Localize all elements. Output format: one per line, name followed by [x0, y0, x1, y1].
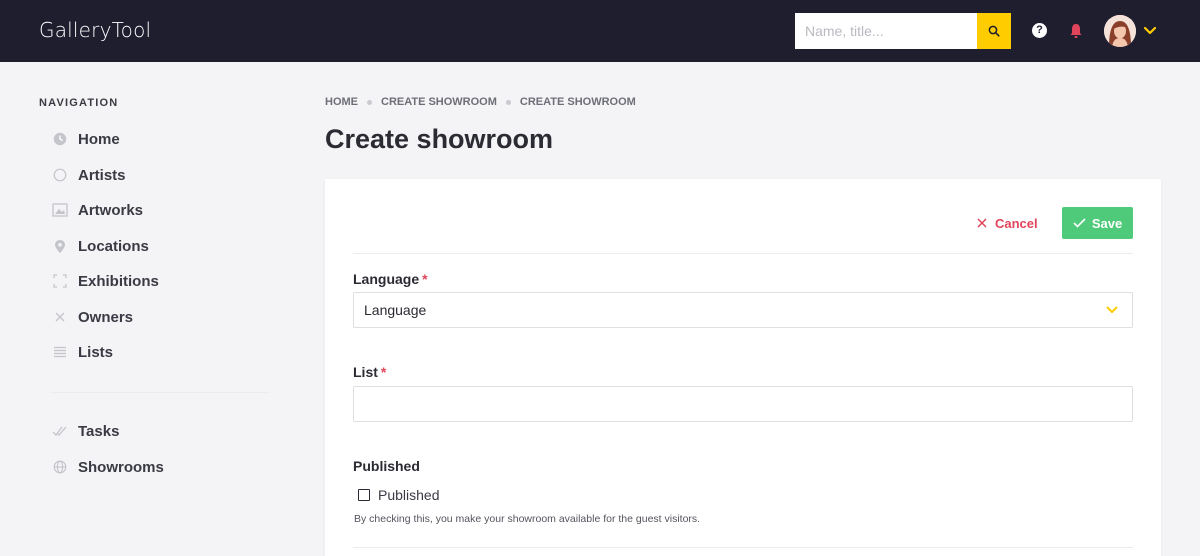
sidebar-item-tasks[interactable]: Tasks [50, 419, 119, 443]
sidebar-item-label: Locations [78, 237, 149, 255]
image-icon [50, 200, 70, 220]
language-label: Language * [353, 271, 428, 287]
double-check-icon [50, 421, 70, 441]
sidebar-item-label: Home [78, 130, 120, 148]
breadcrumb-current: CREATE SHOWROOM [519, 96, 636, 108]
circle-icon [50, 165, 70, 185]
breadcrumb-separator [367, 99, 372, 105]
sidebar-item-owners[interactable]: Owners [50, 305, 133, 329]
avatar[interactable] [1104, 15, 1136, 47]
breadcrumb-create-showroom[interactable]: CREATE SHOWROOM [381, 96, 497, 108]
search-icon [988, 25, 1000, 37]
list-input[interactable] [353, 386, 1133, 422]
search-input[interactable] [795, 13, 977, 49]
language-select-value: Language [364, 302, 427, 318]
list-label-text: List [353, 364, 378, 380]
published-checkbox[interactable] [358, 489, 370, 501]
sidebar-item-artworks[interactable]: Artworks [50, 198, 143, 222]
sidebar-item-home[interactable]: Home [50, 127, 120, 151]
map-pin-icon [50, 236, 70, 256]
breadcrumb: HOME CREATE SHOWROOM CREATE SHOWROOM [325, 96, 636, 108]
sidebar-divider [50, 392, 270, 393]
published-checkbox-row[interactable]: Published [358, 487, 440, 503]
save-button[interactable]: Save [1062, 207, 1133, 239]
list-label: List * [353, 364, 386, 380]
bell-icon[interactable] [1068, 22, 1084, 40]
chevron-down-icon [1106, 306, 1118, 313]
language-label-text: Language [353, 271, 420, 287]
cancel-label: Cancel [995, 215, 1038, 231]
sidebar-item-showrooms[interactable]: Showrooms [50, 455, 164, 479]
breadcrumb-separator [505, 99, 511, 105]
language-select[interactable]: Language [353, 292, 1133, 328]
brand-logo[interactable]: GalleryTool [39, 18, 151, 42]
sidebar-item-label: Artists [78, 166, 126, 184]
sidebar-item-label: Artworks [78, 201, 144, 219]
sidebar-item-label: Tasks [78, 422, 120, 440]
navigation-heading: NAVIGATION [39, 97, 119, 109]
required-asterisk: * [380, 364, 387, 380]
sidebar-item-locations[interactable]: Locations [50, 234, 149, 258]
chevron-down-icon[interactable] [1143, 26, 1157, 36]
search-button[interactable] [977, 13, 1011, 49]
x-icon [50, 307, 70, 327]
form-card: Cancel Save Language * Language List * Pub… [325, 179, 1161, 556]
list-icon [50, 342, 70, 362]
published-checkbox-label: Published [378, 487, 440, 503]
close-icon [977, 218, 987, 228]
check-icon [1073, 218, 1086, 228]
clock-icon [50, 129, 70, 149]
sidebar-item-lists[interactable]: Lists [50, 340, 113, 364]
top-bar: GalleryTool ? [0, 0, 1200, 62]
sidebar-item-exhibitions[interactable]: Exhibitions [50, 269, 159, 293]
sidebar-item-label: Exhibitions [78, 272, 159, 290]
help-icon[interactable]: ? [1032, 23, 1047, 38]
required-asterisk: * [422, 271, 428, 287]
globe-icon [50, 457, 70, 477]
user-photo-icon [1104, 15, 1136, 47]
published-section-label: Published [353, 458, 420, 474]
cancel-button[interactable]: Cancel [977, 207, 1038, 239]
form-divider [353, 253, 1133, 254]
published-help-text: By checking this, you make your showroom… [354, 513, 701, 525]
form-divider [353, 547, 1133, 548]
sidebar-item-label: Owners [78, 308, 134, 326]
breadcrumb-home[interactable]: HOME [325, 96, 358, 108]
search-box [795, 13, 1011, 49]
save-label: Save [1091, 215, 1123, 231]
page-title: Create showroom [325, 124, 554, 154]
frame-icon [50, 271, 70, 291]
sidebar-item-artists[interactable]: Artists [50, 163, 126, 187]
sidebar-item-label: Lists [78, 343, 114, 361]
sidebar-item-label: Showrooms [78, 458, 164, 476]
